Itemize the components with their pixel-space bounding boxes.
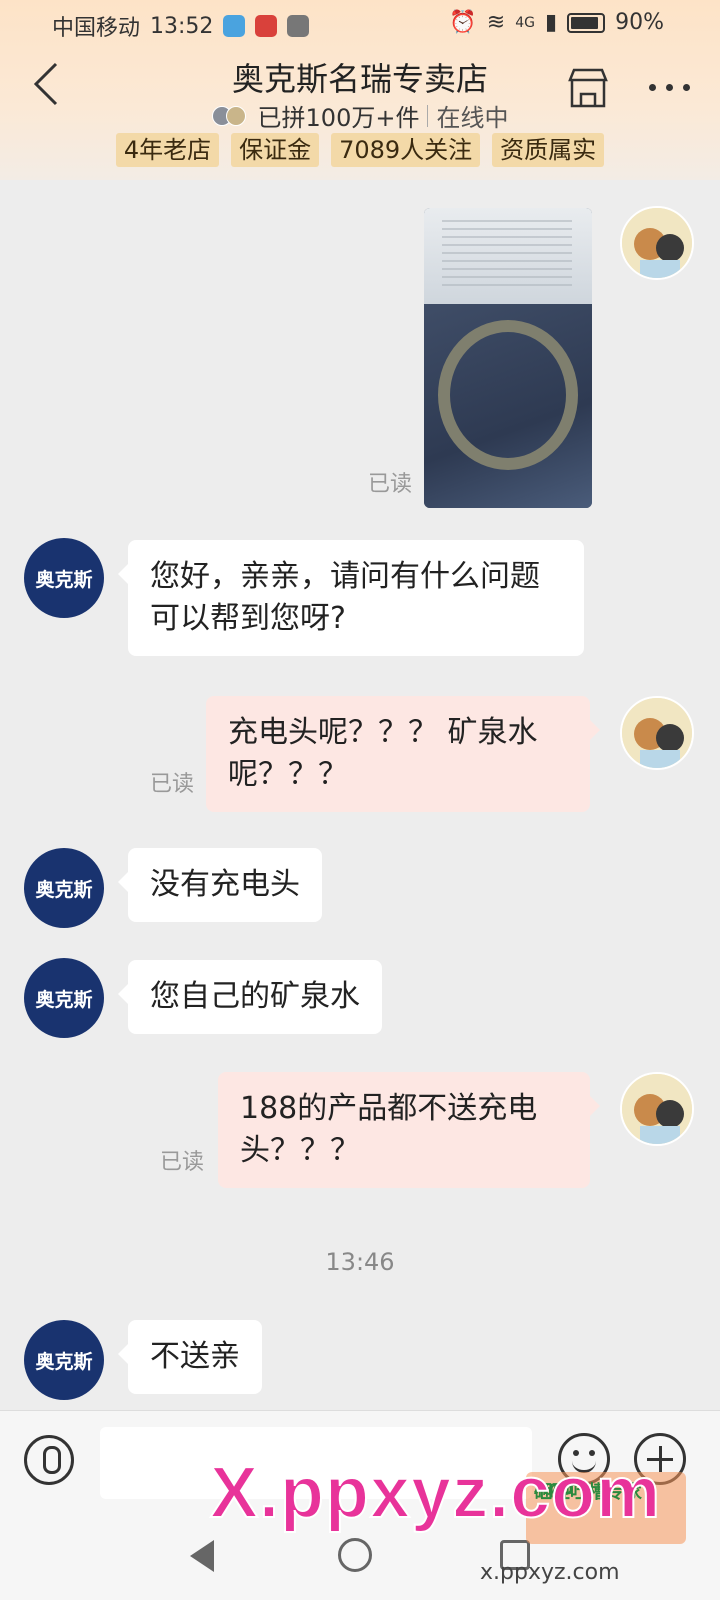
read-receipt: 已读 bbox=[160, 1150, 205, 1175]
message-bubble[interactable]: 不送亲 bbox=[118, 1320, 262, 1394]
store-tag[interactable]: 7089人关注 bbox=[331, 133, 481, 167]
nav-home-icon[interactable] bbox=[338, 1538, 372, 1572]
signal-icon: ▮ bbox=[544, 10, 558, 35]
my-avatar[interactable] bbox=[620, 1072, 694, 1146]
status-bar: 中国移动 13:52 ⏰ ≋ 4G ▮ 90% bbox=[0, 0, 720, 48]
message-bubble[interactable]: 您好，亲亲，请问有什么问题可以帮到您呀? bbox=[118, 540, 584, 656]
sent-photo[interactable] bbox=[424, 208, 592, 508]
my-avatar[interactable] bbox=[620, 696, 694, 770]
message-list[interactable]: 已读 奥克斯 您好，亲亲，请问有什么问题可以帮到您呀? 充电头呢？？？ 矿泉水呢… bbox=[0, 180, 720, 1410]
app-notification-icon bbox=[223, 15, 246, 37]
store-tags: 4年老店 保证金 7089人关注 资质属实 bbox=[0, 133, 720, 167]
carrier-label: 中国移动 bbox=[52, 16, 141, 41]
watermark-url: x.ppxyz.com bbox=[480, 1560, 620, 1585]
more-dots-icon[interactable] bbox=[644, 72, 694, 102]
battery-icon bbox=[567, 12, 606, 33]
nav-back-icon[interactable] bbox=[190, 1540, 214, 1572]
page-title[interactable]: 奥克斯名瑞专卖店 bbox=[0, 54, 720, 100]
clock: 13:52 bbox=[150, 13, 214, 39]
shop-avatar[interactable]: 奥克斯 bbox=[24, 958, 104, 1038]
message-bubble[interactable]: 没有充电头 bbox=[118, 848, 322, 922]
microphone-icon[interactable] bbox=[24, 1435, 74, 1485]
message-bubble[interactable]: 充电头呢？？？ 矿泉水呢？？？ bbox=[206, 696, 600, 812]
time-divider: 13:46 bbox=[325, 1248, 395, 1276]
store-meta: 已拼100万+件 在线中 bbox=[0, 98, 720, 133]
store-tag[interactable]: 4年老店 bbox=[115, 133, 220, 167]
shop-icon[interactable] bbox=[566, 66, 610, 110]
shop-avatar[interactable]: 奥克斯 bbox=[24, 538, 104, 618]
message-bubble[interactable]: 您自己的矿泉水 bbox=[118, 960, 382, 1034]
watermark-logo: X.ppxyz.com bbox=[209, 1452, 662, 1534]
store-tag[interactable]: 资质属实 bbox=[492, 133, 605, 167]
online-status: 在线中 bbox=[436, 104, 509, 132]
shop-avatar[interactable]: 奥克斯 bbox=[24, 1320, 104, 1400]
read-receipt: 已读 bbox=[368, 472, 413, 497]
wifi-icon: ≋ bbox=[486, 10, 506, 35]
sales-count: 已拼100万+件 bbox=[257, 104, 420, 132]
battery-percent: 90% bbox=[615, 10, 664, 35]
app-notification-icon bbox=[287, 15, 310, 37]
store-tag[interactable]: 保证金 bbox=[231, 133, 320, 167]
network-label: 4G bbox=[515, 14, 535, 31]
alarm-icon: ⏰ bbox=[449, 10, 477, 35]
shop-avatar[interactable]: 奥克斯 bbox=[24, 848, 104, 928]
chat-header: 中国移动 13:52 ⏰ ≋ 4G ▮ 90% 奥克斯名瑞专卖店 已拼100万+… bbox=[0, 0, 720, 180]
read-receipt: 已读 bbox=[150, 772, 195, 797]
buyer-avatars bbox=[211, 105, 246, 126]
my-avatar[interactable] bbox=[620, 206, 694, 280]
message-bubble[interactable]: 188的产品都不送充电头？？？ bbox=[218, 1072, 600, 1188]
app-notification-icon bbox=[255, 15, 278, 37]
